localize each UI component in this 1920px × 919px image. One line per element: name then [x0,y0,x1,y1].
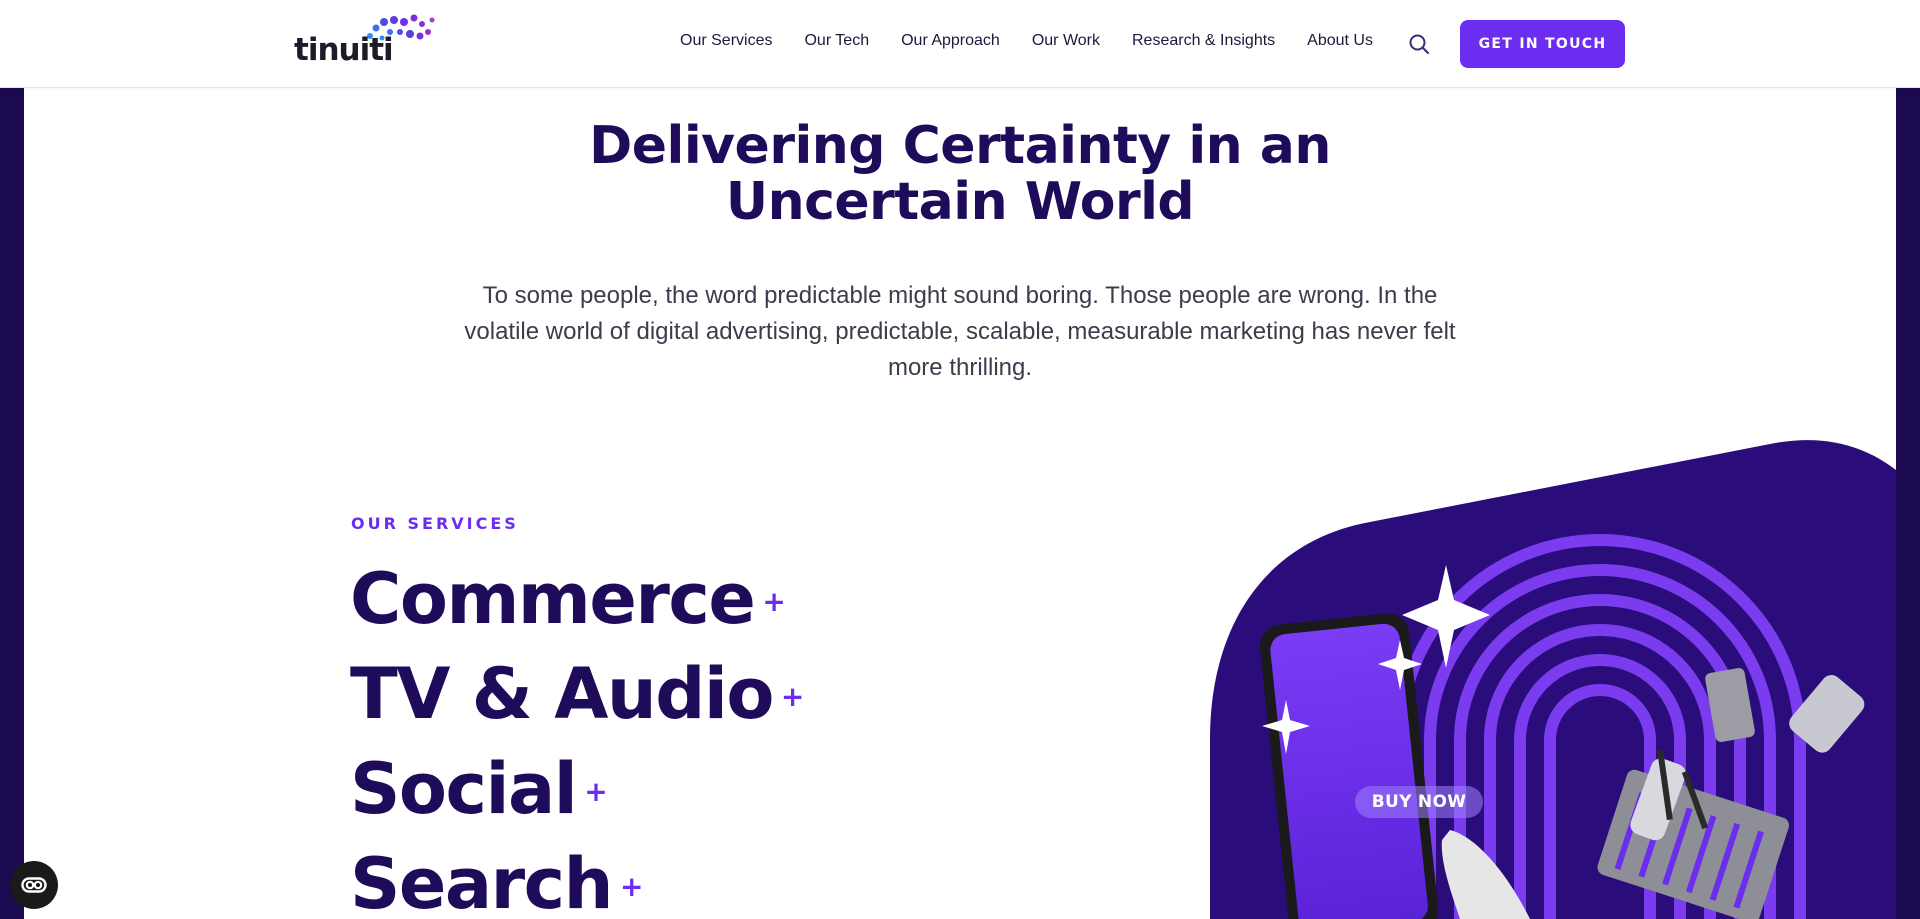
nav-our-tech[interactable]: Our Tech [804,32,869,50]
nav-our-approach[interactable]: Our Approach [901,32,1000,50]
logo-dots-icon [367,14,435,41]
search-icon[interactable] [1407,32,1431,56]
plus-icon: + [780,680,805,713]
service-label: TV & Audio [350,653,774,735]
service-social[interactable]: Social + [350,742,804,837]
service-label: Social [350,748,578,830]
frame-right [1896,88,1920,919]
frame-left [0,88,24,919]
nav-about-us[interactable]: About Us [1307,32,1373,50]
service-search[interactable]: Search + [350,837,804,919]
services-eyebrow: OUR SERVICES [351,514,519,533]
services-list: Commerce + TV & Audio + Social + Search … [350,552,804,919]
hero-title: Delivering Certainty in an Uncertain Wor… [589,116,1331,232]
tinuiti-logo[interactable]: tinuiti [294,12,440,68]
hero-subtitle: To some people, the word predictable mig… [464,282,1456,381]
main-nav: Our Services Our Tech Our Approach Our W… [680,32,1373,50]
service-commerce[interactable]: Commerce + [350,552,804,647]
plus-icon: + [762,585,786,618]
plus-icon: + [619,870,644,903]
nav-our-services[interactable]: Our Services [680,32,772,50]
site-header: tinuiti Our Services Our Tech Our Approa… [0,0,1920,88]
service-label: Commerce [350,558,756,640]
commerce-illustration [1210,440,1896,919]
buy-now-button: BUY NOW [1355,786,1483,818]
accessibility-button[interactable] [10,861,58,909]
get-in-touch-button[interactable]: GET IN TOUCH [1460,20,1625,68]
nav-research-insights[interactable]: Research & Insights [1132,32,1275,50]
service-tv-audio[interactable]: TV & Audio + [350,647,804,742]
plus-icon: + [584,775,608,808]
accessibility-icon [21,877,47,893]
nav-our-work[interactable]: Our Work [1032,32,1100,50]
service-label: Search [350,843,613,919]
